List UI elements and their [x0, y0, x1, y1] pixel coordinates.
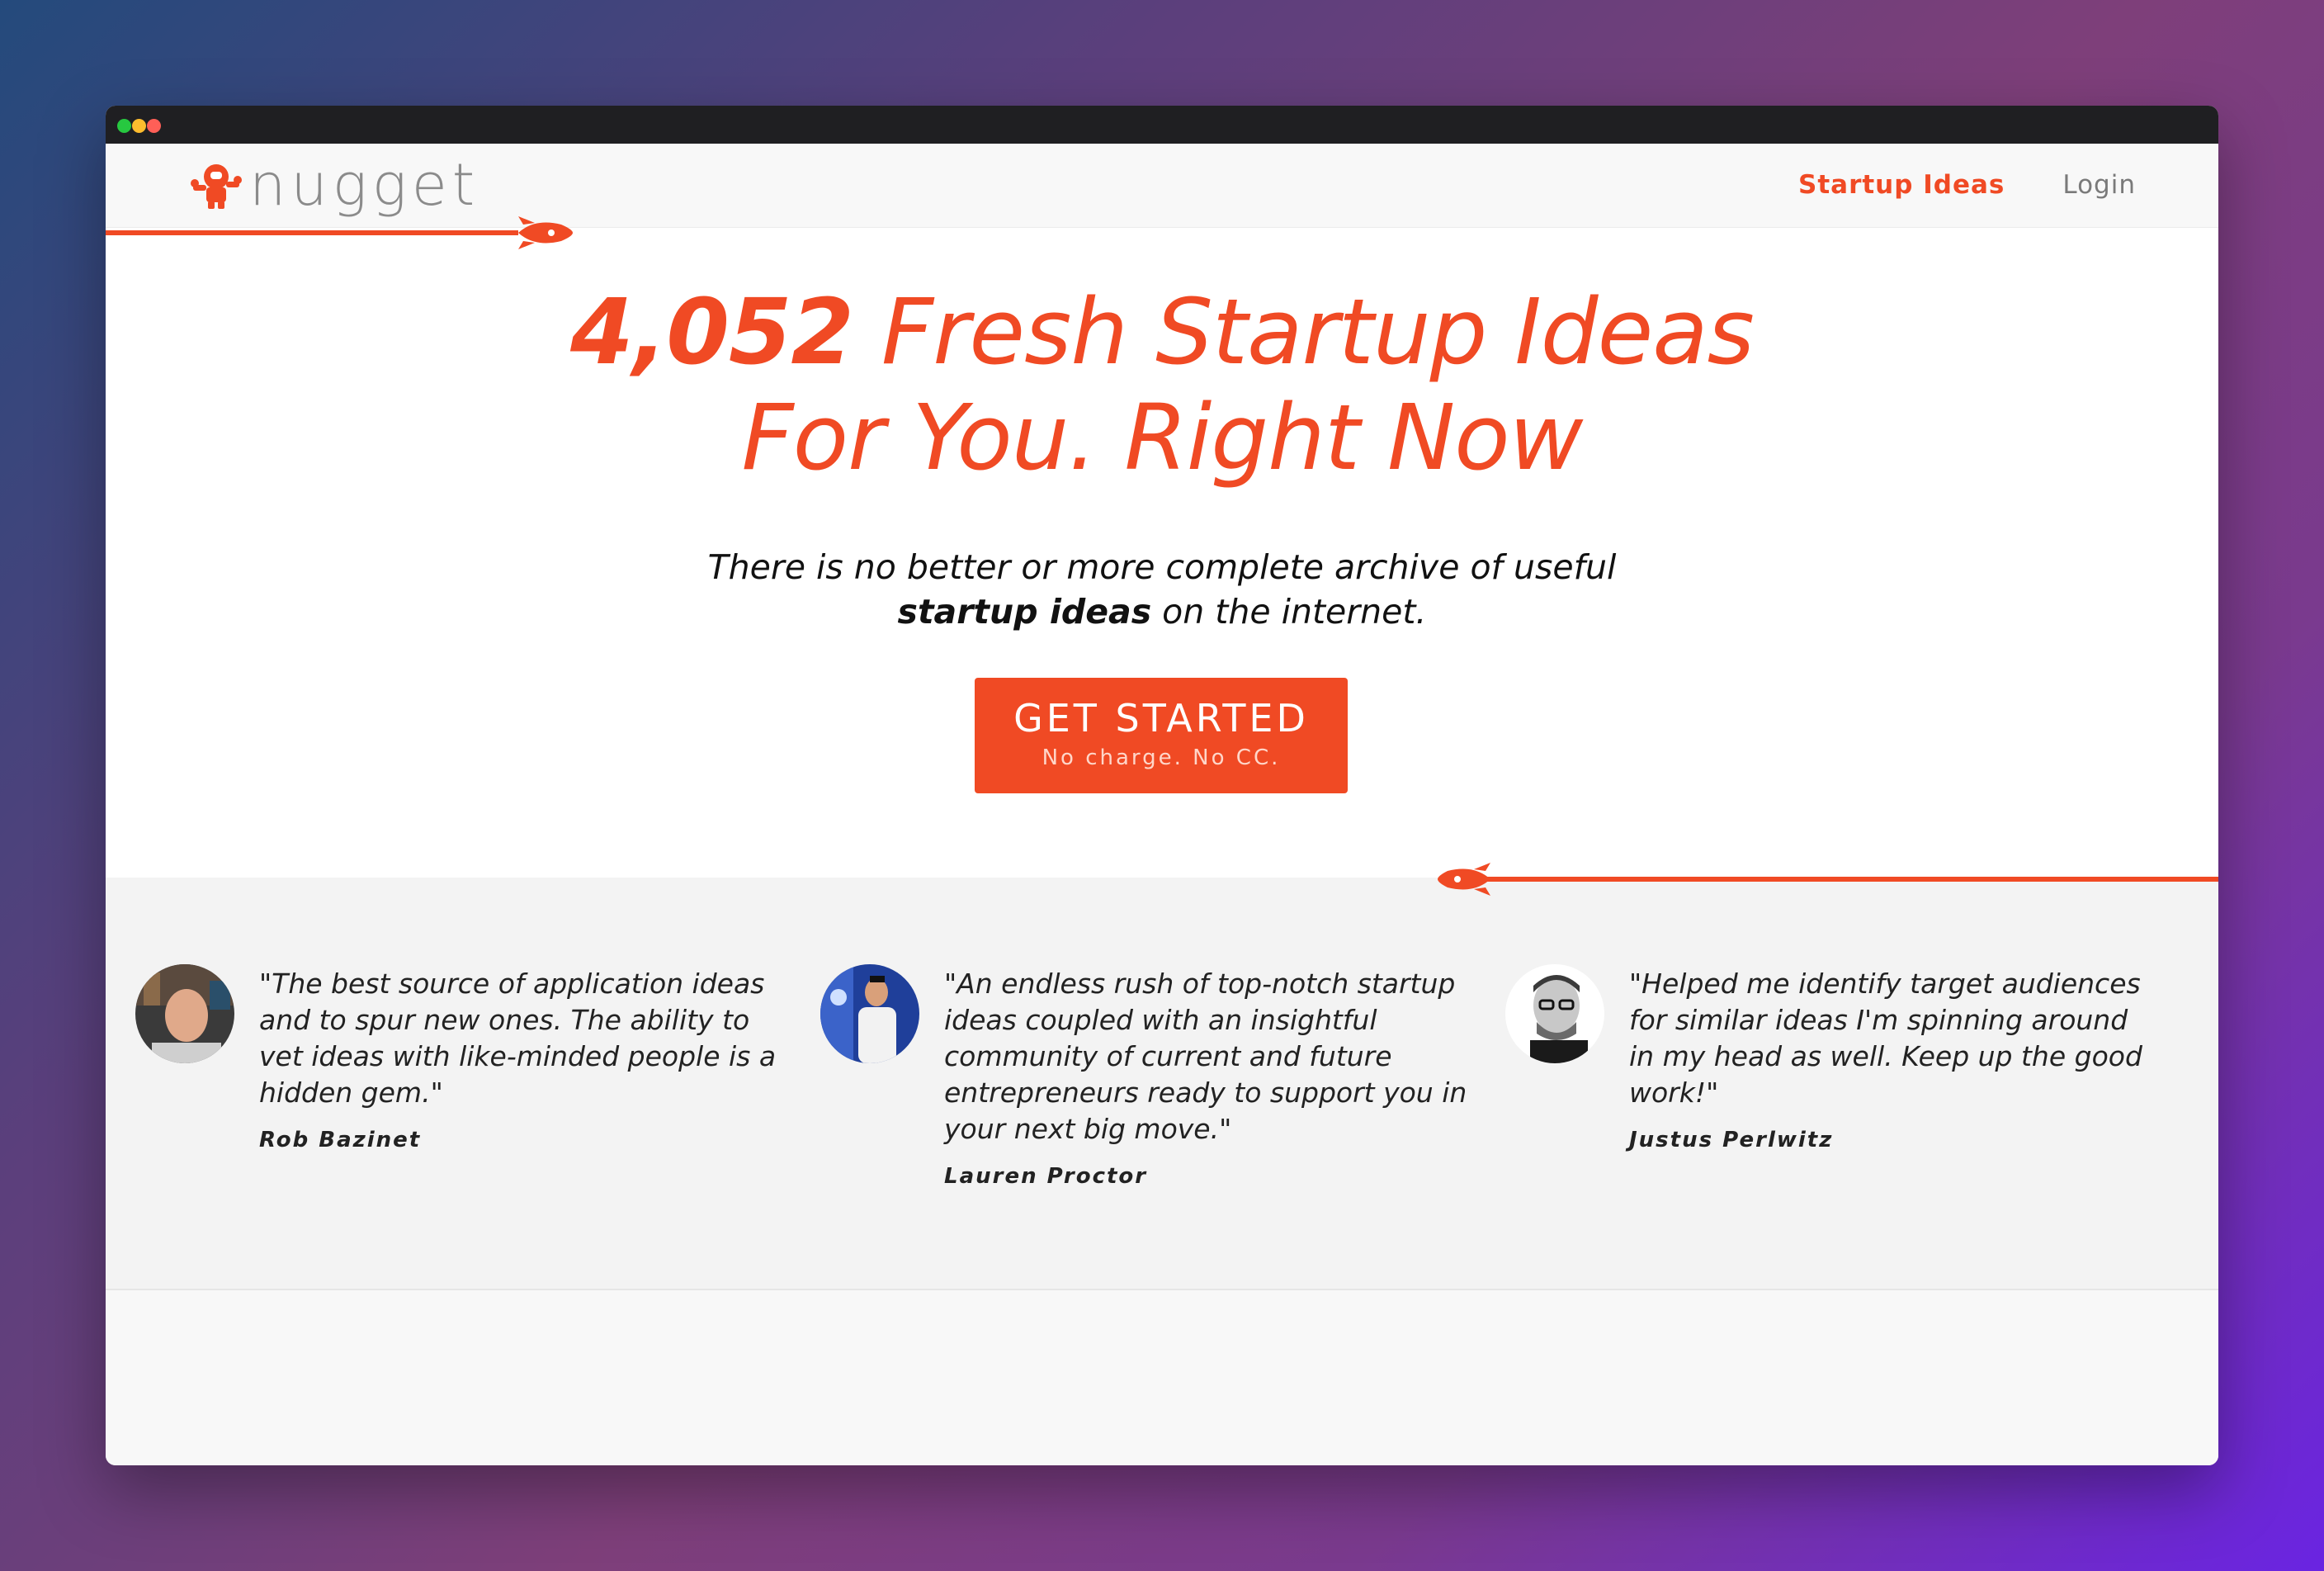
- testimonial-author: Lauren Proctor: [944, 1164, 1148, 1189]
- headline-line-2: For You. Right Now: [741, 385, 1584, 490]
- testimonial-quote: "The best source of application ideas an…: [259, 968, 777, 1109]
- browser-window: nugget Startup Ideas Login 4,052 Fresh S…: [106, 106, 2218, 1465]
- cta-sublabel: No charge. No CC.: [1042, 745, 1281, 770]
- subline-end: on the internet.: [1151, 592, 1427, 632]
- rocket-divider-top: [106, 216, 573, 249]
- logo-text: nugget: [249, 151, 480, 219]
- avatar: [135, 964, 234, 1063]
- hero-headline: 4,052 Fresh Startup Ideas For You. Right…: [106, 279, 2218, 490]
- cta-label: GET STARTED: [1013, 696, 1309, 741]
- testimonial-quote: "An endless rush of top-notch startup id…: [944, 968, 1467, 1145]
- rocket-divider-mid: [1438, 863, 2218, 896]
- avatar: [1505, 964, 1604, 1063]
- subline-line-1: There is no better or more complete arch…: [707, 547, 1617, 587]
- maximize-window-button[interactable]: [117, 119, 131, 133]
- subline-bold: startup ideas: [897, 592, 1152, 632]
- testimonial-quote: "Helped me identify target audiences for…: [1629, 968, 2142, 1109]
- rocket-icon: [1438, 863, 1490, 896]
- nav-link-startup-ideas[interactable]: Startup Ideas: [1798, 170, 2005, 200]
- hero-subline: There is no better or more complete arch…: [106, 545, 2218, 634]
- headline-text: Fresh Startup Ideas: [853, 279, 1755, 385]
- astronaut-icon: [191, 164, 242, 209]
- window-titlebar: [106, 106, 2218, 144]
- close-window-button[interactable]: [147, 119, 161, 133]
- logo-link[interactable]: nugget: [188, 152, 479, 218]
- avatar: [820, 964, 919, 1063]
- next-section: [106, 1290, 2218, 1465]
- nav-links: Startup Ideas Login: [1798, 170, 2136, 200]
- get-started-button[interactable]: GET STARTED No charge. No CC.: [975, 678, 1348, 793]
- testimonial-author: Rob Bazinet: [259, 1128, 422, 1152]
- rocket-icon: [518, 216, 573, 249]
- minimize-window-button[interactable]: [132, 119, 146, 133]
- idea-count: 4,052: [570, 279, 854, 385]
- testimonial-author: Justus Perlwitz: [1629, 1128, 1834, 1152]
- nav-link-login[interactable]: Login: [2062, 170, 2136, 200]
